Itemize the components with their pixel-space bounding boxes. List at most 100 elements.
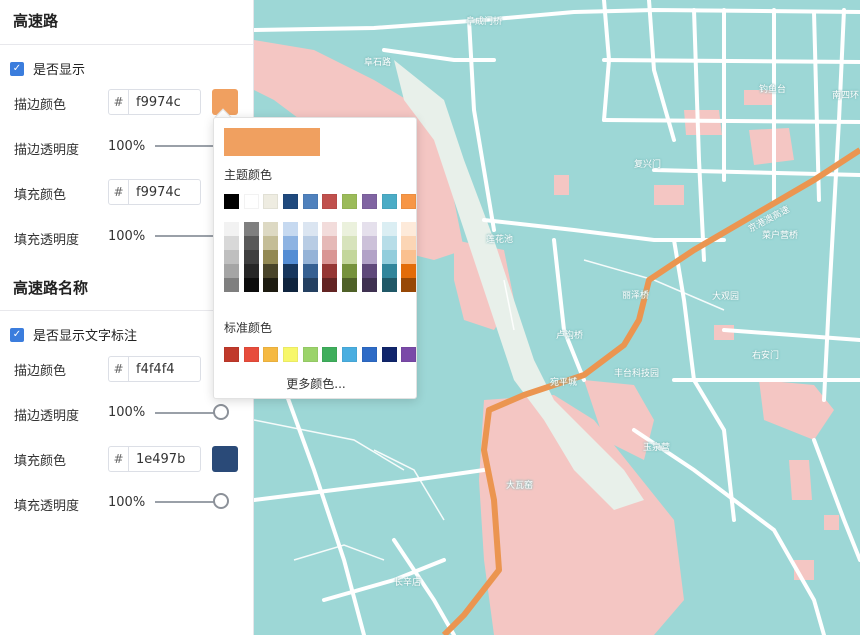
shade-color-chip[interactable] [322, 264, 338, 278]
urban-area [789, 460, 812, 500]
minor-road [583, 259, 725, 311]
label-stroke-color-input[interactable]: # f4f4f4 [108, 356, 201, 382]
shade-color-chip[interactable] [381, 264, 397, 278]
shade-column [381, 222, 397, 292]
standard-color-chip[interactable] [342, 347, 358, 362]
standard-color-chip[interactable] [401, 347, 417, 362]
theme-color-chip[interactable] [381, 194, 397, 209]
theme-color-chip[interactable] [322, 194, 338, 209]
shade-color-chip[interactable] [243, 236, 259, 250]
standard-color-chip[interactable] [302, 347, 318, 362]
shade-color-chip[interactable] [302, 264, 318, 278]
shade-color-chip[interactable] [263, 250, 279, 264]
theme-colors-title: 主题颜色 [224, 168, 273, 182]
shade-color-chip[interactable] [342, 250, 358, 264]
shade-color-chip[interactable] [381, 236, 397, 250]
shade-color-chip[interactable] [342, 236, 358, 250]
map-label: 宛平城 [550, 378, 578, 388]
shade-color-chip[interactable] [283, 278, 299, 292]
shade-color-chip[interactable] [342, 278, 358, 292]
shade-color-chip[interactable] [224, 236, 239, 250]
shade-color-chip[interactable] [283, 250, 299, 264]
shade-color-chip[interactable] [283, 236, 299, 250]
shade-color-chip[interactable] [243, 222, 259, 236]
shade-color-chip[interactable] [361, 278, 377, 292]
shade-color-chip[interactable] [361, 250, 377, 264]
standard-color-chip[interactable] [224, 347, 239, 362]
shade-color-chip[interactable] [381, 222, 397, 236]
shade-color-chip[interactable] [401, 222, 417, 236]
label-fill-opacity-thumb[interactable] [213, 493, 229, 509]
standard-color-chip[interactable] [381, 347, 397, 362]
theme-color-chip[interactable] [401, 194, 417, 209]
standard-color-chip[interactable] [322, 347, 338, 362]
shade-color-chip[interactable] [263, 236, 279, 250]
shade-color-chip[interactable] [263, 264, 279, 278]
fill-opacity-slider[interactable] [155, 235, 221, 237]
fill-color-input[interactable]: # f9974c [108, 179, 201, 205]
shade-color-chip[interactable] [302, 222, 318, 236]
shade-color-chip[interactable] [342, 222, 358, 236]
more-colors-link[interactable]: 更多颜色... [214, 375, 418, 392]
shade-color-chip[interactable] [401, 278, 417, 292]
shade-color-chip[interactable] [401, 250, 417, 264]
label-stroke-opacity-slider[interactable] [155, 412, 221, 414]
road [482, 218, 726, 242]
shade-color-chip[interactable] [381, 278, 397, 292]
show-highway-checkbox[interactable]: ✓ 是否显示 [10, 59, 85, 78]
shade-color-chip[interactable] [243, 264, 259, 278]
shade-color-chip[interactable] [361, 236, 377, 250]
shade-color-chip[interactable] [322, 222, 338, 236]
shade-color-chip[interactable] [283, 222, 299, 236]
shade-color-chip[interactable] [322, 278, 338, 292]
checkbox-checked-icon: ✓ [10, 61, 24, 76]
shade-color-chip[interactable] [224, 278, 239, 292]
show-label-checkbox[interactable]: ✓ 是否显示文字标注 [10, 325, 137, 344]
shade-color-chip[interactable] [263, 222, 279, 236]
theme-color-chip[interactable] [361, 194, 377, 209]
shade-color-chip[interactable] [342, 264, 358, 278]
map-label: 长辛店 [394, 578, 422, 588]
shade-color-chip[interactable] [302, 278, 318, 292]
theme-color-chip[interactable] [263, 194, 279, 209]
stroke-color-input[interactable]: # f9974c [108, 89, 201, 115]
shade-color-chip[interactable] [224, 264, 239, 278]
theme-color-chip[interactable] [283, 194, 299, 209]
shade-color-chip[interactable] [283, 264, 299, 278]
standard-color-chip[interactable] [361, 347, 377, 362]
shade-color-chip[interactable] [243, 250, 259, 264]
stroke-opacity-slider[interactable] [155, 145, 221, 147]
theme-color-chip[interactable] [243, 194, 259, 209]
theme-color-chip[interactable] [302, 194, 318, 209]
map-label: 阜成门桥 [466, 17, 503, 27]
shade-color-chip[interactable] [302, 250, 318, 264]
shade-color-chip[interactable] [322, 236, 338, 250]
map-label: 大观园 [712, 292, 740, 302]
shade-color-chip[interactable] [302, 236, 318, 250]
shade-color-chip[interactable] [322, 250, 338, 264]
standard-color-chip[interactable] [263, 347, 279, 362]
label-fill-color-label: 填充颜色 [14, 454, 67, 469]
standard-color-chip[interactable] [243, 347, 259, 362]
theme-color-chip[interactable] [342, 194, 358, 209]
shade-color-chip[interactable] [381, 250, 397, 264]
shade-color-chip[interactable] [263, 278, 279, 292]
shade-color-chip[interactable] [243, 278, 259, 292]
label-fill-color-input[interactable]: # 1e497b [108, 446, 201, 472]
label-fill-color-swatch[interactable] [212, 446, 238, 472]
map-label: 复兴门 [634, 160, 662, 170]
shade-color-chip[interactable] [224, 250, 239, 264]
shade-color-chip[interactable] [361, 222, 377, 236]
standard-color-chip[interactable] [283, 347, 299, 362]
label-fill-opacity-slider[interactable] [155, 501, 221, 503]
theme-color-chip[interactable] [224, 194, 239, 209]
road [322, 558, 446, 602]
label-stroke-color-value: f4f4f4 [136, 361, 175, 377]
label-stroke-opacity-thumb[interactable] [213, 404, 229, 420]
shade-color-chip[interactable] [401, 236, 417, 250]
shade-color-chip[interactable] [401, 264, 417, 278]
shade-color-chip[interactable] [361, 264, 377, 278]
shade-color-chip[interactable] [224, 222, 239, 236]
shade-column [243, 222, 259, 292]
theme-shades-grid [224, 222, 421, 292]
